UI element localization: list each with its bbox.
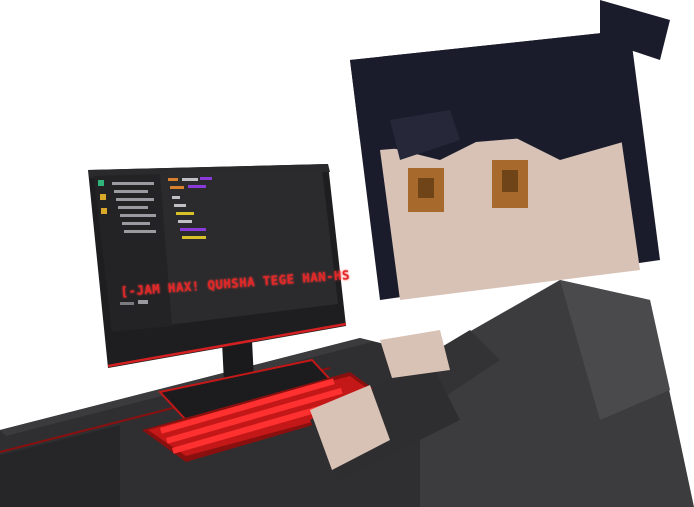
face: [380, 130, 640, 300]
character: [310, 0, 694, 507]
folder-icon: [100, 194, 106, 200]
file-icon: [98, 180, 104, 186]
folder-icon: [101, 208, 107, 214]
voxel-scene: [0, 0, 694, 507]
